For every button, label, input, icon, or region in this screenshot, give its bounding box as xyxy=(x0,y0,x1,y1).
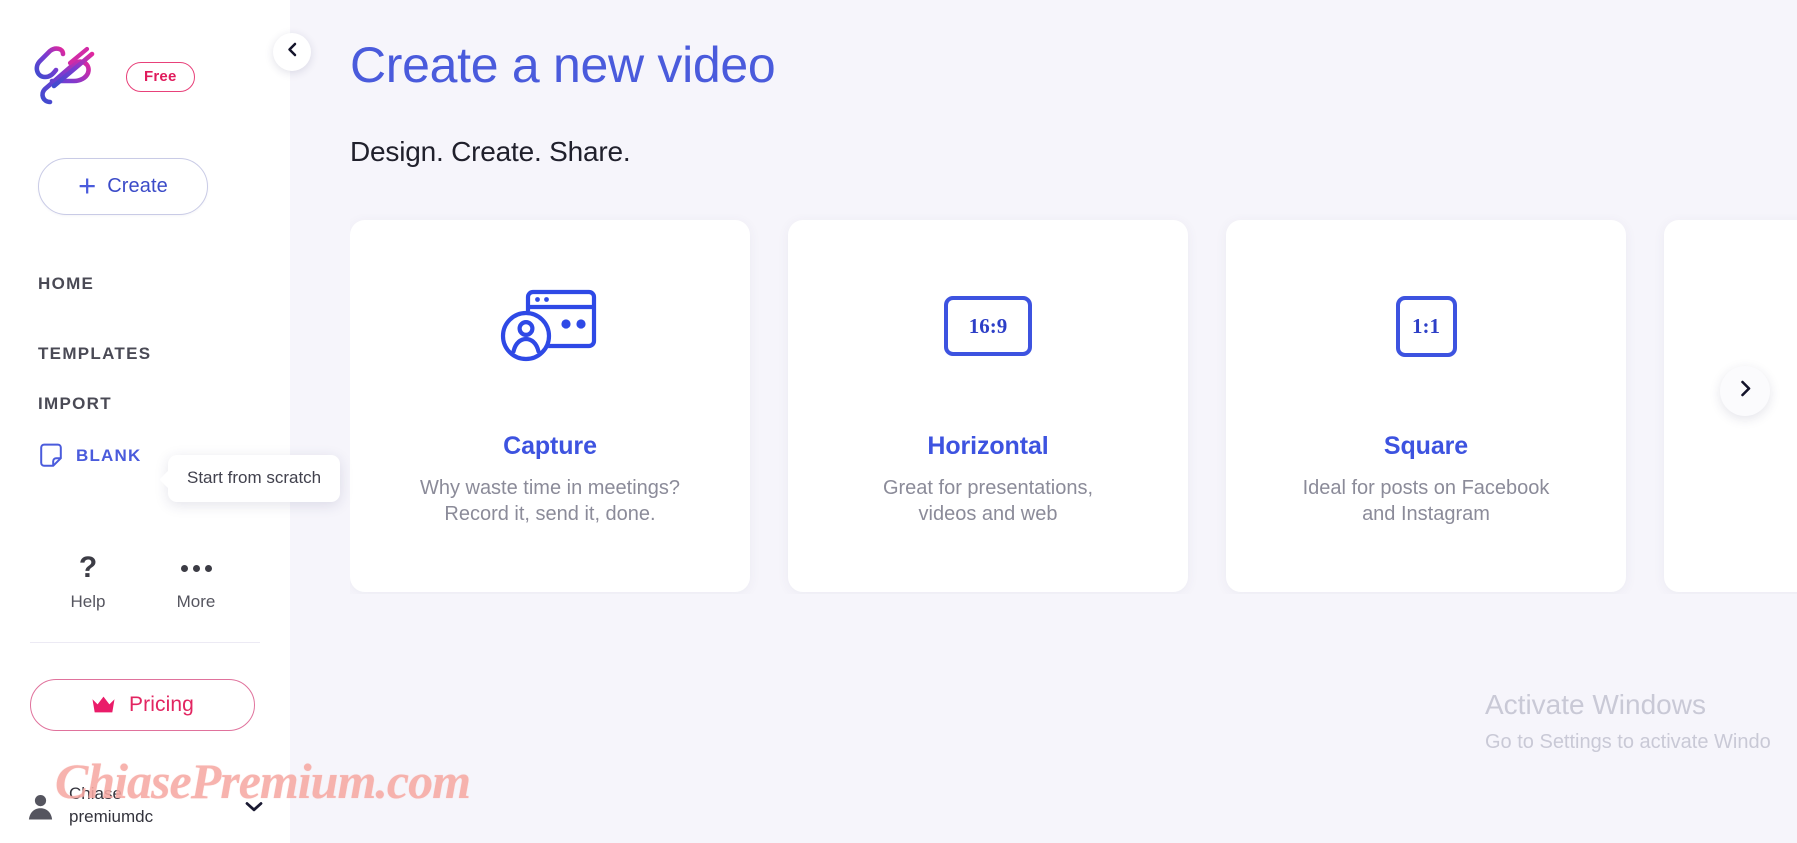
account-name-line1: Chiase xyxy=(69,784,122,804)
sidebar-item-label: TEMPLATES xyxy=(38,344,152,363)
cards-rail: Capture Why waste time in meetings? Reco… xyxy=(350,214,1797,592)
card-title: Horizontal xyxy=(927,432,1049,460)
card-description-line2: videos and web xyxy=(918,503,1058,526)
card-description: Great for presentations, videos and web xyxy=(857,475,1119,528)
plan-badge[interactable]: Free xyxy=(126,62,195,92)
card-capture[interactable]: Capture Why waste time in meetings? Reco… xyxy=(350,220,750,592)
card-description: Why waste time in meetings? Record it, s… xyxy=(394,475,706,528)
carousel-next-button[interactable] xyxy=(1720,366,1770,416)
question-mark-icon: ? xyxy=(78,551,98,584)
sidebar-item-label: BLANK xyxy=(76,446,142,465)
card-icon-zone: 16:9 xyxy=(944,220,1032,432)
card-title: Square xyxy=(1383,432,1469,460)
pricing-button[interactable]: Pricing xyxy=(30,679,255,731)
page-subtitle: Design. Create. Share. xyxy=(350,136,631,167)
sidebar-item-import[interactable]: IMPORT xyxy=(0,381,290,427)
screen-capture-person-icon xyxy=(498,278,602,375)
blank-tooltip: Start from scratch xyxy=(168,455,341,502)
main-content: Create a new video Design. Create. Share… xyxy=(290,0,1797,843)
card-square[interactable]: 1:1 Square Ideal for posts on Facebook a… xyxy=(1226,220,1626,592)
account-name: Chiase premiumdc xyxy=(69,783,153,829)
account-name-line2: premiumdc xyxy=(69,807,154,827)
activation-title: Activate Windows xyxy=(1485,688,1706,720)
vimeo-create-paperclip-logo-icon[interactable] xyxy=(32,46,104,108)
sidebar-item-home[interactable]: HOME xyxy=(0,261,290,307)
account-switcher[interactable]: Chiase premiumdc xyxy=(0,783,290,829)
card-title: Capture xyxy=(503,432,597,460)
windows-activation-watermark: Activate Windows Go to Settings to activ… xyxy=(1447,687,1797,755)
chevron-down-icon[interactable] xyxy=(244,800,264,813)
more-button[interactable]: More xyxy=(168,551,224,612)
chevron-left-icon xyxy=(285,42,300,62)
card-description: Ideal for posts on Facebook and Instagra… xyxy=(1277,475,1576,528)
sidebar-nav: HOME TEMPLATES IMPORT BLANK xyxy=(0,261,290,479)
help-label: Help xyxy=(70,592,106,611)
plus-icon: + xyxy=(78,167,97,203)
aspect-1-1-icon: 1:1 xyxy=(1395,295,1457,357)
sidebar-header: Free xyxy=(0,0,290,112)
more-label: More xyxy=(176,592,216,611)
sidebar: Free + Create HOME TEMPLATES IMPORT BLAN… xyxy=(0,0,290,843)
aspect-16-9-icon: 16:9 xyxy=(944,296,1032,356)
sidebar-item-label: HOME xyxy=(38,274,95,293)
blank-page-icon xyxy=(38,443,64,469)
card-description-line1: Great for presentations, xyxy=(882,477,1094,499)
card-description-line2: Record it, send it, done. xyxy=(444,503,656,526)
activation-subtitle: Go to Settings to activate Windo xyxy=(1485,731,1771,753)
card-description-line2: and Instagram xyxy=(1362,503,1490,526)
crown-icon xyxy=(91,695,116,715)
help-button[interactable]: ? Help xyxy=(60,551,116,612)
cards-carousel: Capture Why waste time in meetings? Reco… xyxy=(350,214,1797,594)
page-title: Create a new video xyxy=(350,37,776,93)
sidebar-helpers: ? Help More xyxy=(0,551,290,612)
card-icon-zone xyxy=(498,220,602,432)
sidebar-item-label: IMPORT xyxy=(38,394,112,413)
sidebar-item-templates[interactable]: TEMPLATES xyxy=(0,331,290,377)
create-button-label: Create xyxy=(107,175,168,197)
card-icon-zone: 1:1 xyxy=(1395,220,1457,432)
pricing-button-label: Pricing xyxy=(129,693,194,716)
card-description-line1: Ideal for posts on Facebook xyxy=(1302,477,1550,499)
card-description-line1: Why waste time in meetings? xyxy=(419,477,681,499)
chevron-right-icon xyxy=(1737,380,1754,402)
app-root: Free + Create HOME TEMPLATES IMPORT BLAN… xyxy=(0,0,1797,843)
card-horizontal[interactable]: 16:9 Horizontal Great for presentations,… xyxy=(788,220,1188,592)
sidebar-collapse-button[interactable] xyxy=(273,33,311,71)
user-avatar-icon xyxy=(28,793,53,820)
sidebar-divider xyxy=(30,642,260,643)
ellipsis-icon xyxy=(180,551,212,585)
create-button[interactable]: + Create xyxy=(38,158,208,215)
